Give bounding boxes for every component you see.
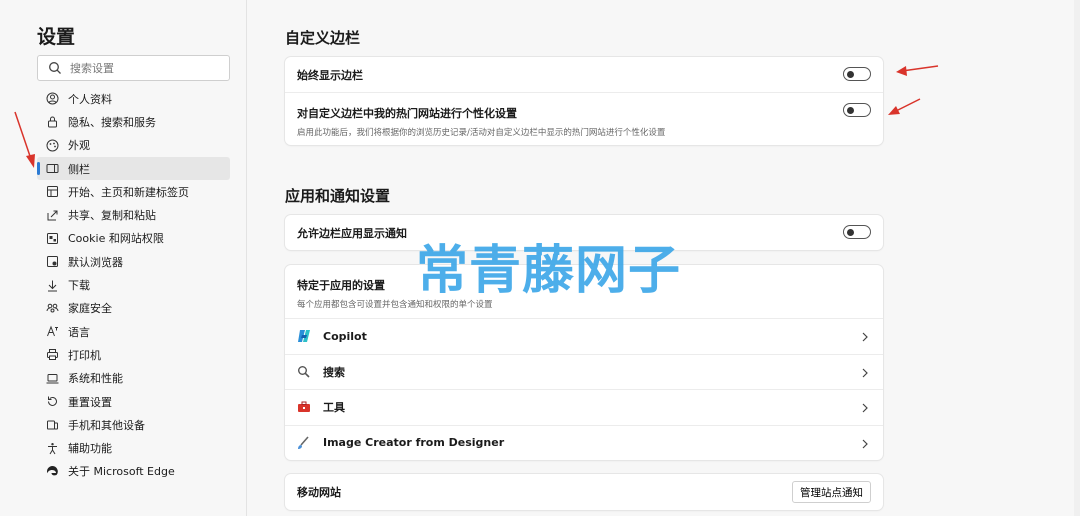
annotation-arrow-sidebar bbox=[14, 111, 35, 168]
chevron-right-icon bbox=[861, 439, 869, 449]
sidebar-item-accessibility[interactable]: 辅助功能 bbox=[37, 436, 230, 459]
accessibility-icon bbox=[46, 442, 59, 455]
sidebar-item-share[interactable]: 共享、复制和粘贴 bbox=[37, 203, 230, 226]
annotation-arrow-always-show bbox=[896, 65, 939, 76]
personalize-top-sites-row: 对自定义边栏中我的热门网站进行个性化设置 启用此功能后，我们将根据你的浏览历史记… bbox=[285, 92, 883, 145]
chevron-right-icon bbox=[861, 332, 869, 342]
app-row-label: Copilot bbox=[323, 329, 367, 343]
sidebar-item-label: 系统和性能 bbox=[68, 372, 123, 386]
annotation-arrow-personalize bbox=[888, 98, 921, 115]
sidebar-item-label: 语言 bbox=[68, 325, 90, 339]
sidebar-item-about[interactable]: 关于 Microsoft Edge bbox=[37, 460, 230, 483]
search-placeholder: 搜索设置 bbox=[70, 62, 114, 75]
app-row-label: 工具 bbox=[323, 401, 345, 415]
personalize-top-sites-label: 对自定义边栏中我的热门网站进行个性化设置 bbox=[297, 107, 517, 120]
sidebar-item-printers[interactable]: 打印机 bbox=[37, 343, 230, 366]
allow-notifications-label: 允许边栏应用显示通知 bbox=[297, 226, 407, 240]
sidebar-item-downloads[interactable]: 下载 bbox=[37, 273, 230, 296]
sidebar-item-sidebar[interactable]: 侧栏 bbox=[37, 156, 230, 181]
settings-main: 自定义边栏 始终显示边栏 对自定义边栏中我的热门网站进行个性化设置 启用此功能后… bbox=[248, 0, 1080, 516]
phone-icon bbox=[46, 418, 59, 431]
chevron-right-icon bbox=[861, 403, 869, 413]
sidebar-item-home[interactable]: 开始、主页和新建标签页 bbox=[37, 180, 230, 203]
app-row-search[interactable]: 搜索 bbox=[285, 353, 883, 390]
app-row-copilot[interactable]: Copilot bbox=[285, 318, 883, 354]
image-creator-icon bbox=[297, 436, 311, 450]
sidebar-item-devices[interactable]: 手机和其他设备 bbox=[37, 413, 230, 436]
customize-sidebar-card: 始终显示边栏 对自定义边栏中我的热门网站进行个性化设置 启用此功能后，我们将根据… bbox=[285, 57, 883, 145]
always-show-sidebar-toggle[interactable] bbox=[843, 67, 871, 81]
sidebar-item-reset[interactable]: 重置设置 bbox=[37, 390, 230, 413]
sidebar-item-label: 默认浏览器 bbox=[68, 255, 123, 269]
manage-site-notifications-button[interactable]: 管理站点通知 bbox=[792, 481, 871, 503]
mobile-sites-label: 移动网站 bbox=[297, 486, 341, 499]
section-title-app-notifications: 应用和通知设置 bbox=[285, 187, 391, 205]
personalize-top-sites-toggle[interactable] bbox=[843, 103, 871, 117]
download-icon bbox=[46, 279, 59, 292]
edge-icon bbox=[46, 465, 59, 478]
sidebar-item-label: 开始、主页和新建标签页 bbox=[68, 185, 189, 199]
sidebar-item-profile[interactable]: 个人资料 bbox=[37, 87, 230, 110]
laptop-icon bbox=[46, 372, 59, 385]
search-icon bbox=[48, 61, 62, 75]
search-input[interactable]: 搜索设置 bbox=[37, 55, 230, 81]
sidebar-item-family[interactable]: 家庭安全 bbox=[37, 297, 230, 320]
sidebar-item-label: 侧栏 bbox=[68, 162, 90, 176]
sidebar-item-cookies[interactable]: Cookie 和网站权限 bbox=[37, 227, 230, 250]
browser-icon bbox=[46, 255, 59, 268]
sidebar-item-label: 共享、复制和粘贴 bbox=[68, 209, 156, 223]
cookie-icon bbox=[46, 232, 59, 245]
sidebar-item-languages[interactable]: 语言 bbox=[37, 320, 230, 343]
app-row-image-creator[interactable]: Image Creator from Designer bbox=[285, 424, 883, 461]
app-row-label: 搜索 bbox=[323, 365, 345, 379]
toolbox-icon bbox=[297, 400, 311, 414]
sidebar-item-label: 手机和其他设备 bbox=[68, 418, 145, 432]
sidebar-icon bbox=[46, 162, 59, 175]
sidebar-item-label: 隐私、搜索和服务 bbox=[68, 115, 156, 129]
mobile-sites-row: 移动网站 管理站点通知 bbox=[285, 474, 883, 510]
lock-icon bbox=[46, 115, 59, 128]
reset-icon bbox=[46, 395, 59, 408]
sidebar-item-label: 辅助功能 bbox=[68, 442, 112, 456]
sidebar-item-label: 打印机 bbox=[68, 348, 101, 362]
language-icon bbox=[46, 325, 59, 338]
sidebar-item-label: Cookie 和网站权限 bbox=[68, 232, 164, 246]
chevron-right-icon bbox=[861, 368, 869, 378]
share-icon bbox=[46, 209, 59, 222]
watermark-text: 常青藤网子 bbox=[416, 241, 682, 301]
mobile-sites-card: 移动网站 管理站点通知 bbox=[285, 474, 883, 510]
appearance-icon bbox=[46, 139, 59, 152]
sidebar-item-default-browser[interactable]: 默认浏览器 bbox=[37, 250, 230, 273]
sidebar-item-appearance[interactable]: 外观 bbox=[37, 134, 230, 157]
sidebar-item-privacy[interactable]: 隐私、搜索和服务 bbox=[37, 110, 230, 133]
always-show-sidebar-label: 始终显示边栏 bbox=[297, 68, 363, 82]
printer-icon bbox=[46, 348, 59, 361]
section-title-customize-sidebar: 自定义边栏 bbox=[285, 29, 361, 47]
sidebar-item-system[interactable]: 系统和性能 bbox=[37, 367, 230, 390]
sidebar-item-label: 关于 Microsoft Edge bbox=[68, 465, 175, 479]
profile-icon bbox=[46, 92, 59, 105]
page-scrollbar[interactable] bbox=[1074, 0, 1080, 516]
allow-notifications-toggle[interactable] bbox=[843, 225, 871, 239]
copilot-icon bbox=[297, 329, 311, 343]
app-row-tools[interactable]: 工具 bbox=[285, 389, 883, 425]
sidebar-item-label: 重置设置 bbox=[68, 395, 112, 409]
sidebar-item-label: 个人资料 bbox=[68, 92, 112, 106]
sidebar-nav: 个人资料 隐私、搜索和服务 外观 侧栏 开始、主页和新建标签页 共享、复制和粘贴… bbox=[37, 87, 230, 483]
sidebar-item-label: 外观 bbox=[68, 139, 90, 153]
personalize-top-sites-desc: 启用此功能后，我们将根据你的浏览历史记录/活动对自定义边栏中显示的热门网站进行个… bbox=[297, 128, 666, 138]
app-row-label: Image Creator from Designer bbox=[323, 436, 505, 450]
sidebar-title: 设置 bbox=[37, 26, 76, 48]
settings-sidebar: 设置 搜索设置 个人资料 隐私、搜索和服务 外观 侧栏 开始、主页和新建标签页 … bbox=[0, 0, 247, 516]
sidebar-item-label: 下载 bbox=[68, 279, 90, 293]
always-show-sidebar-row: 始终显示边栏 bbox=[285, 57, 883, 92]
sidebar-item-label: 家庭安全 bbox=[68, 302, 112, 316]
home-icon bbox=[46, 185, 59, 198]
family-icon bbox=[46, 302, 59, 315]
search-icon bbox=[297, 365, 311, 379]
